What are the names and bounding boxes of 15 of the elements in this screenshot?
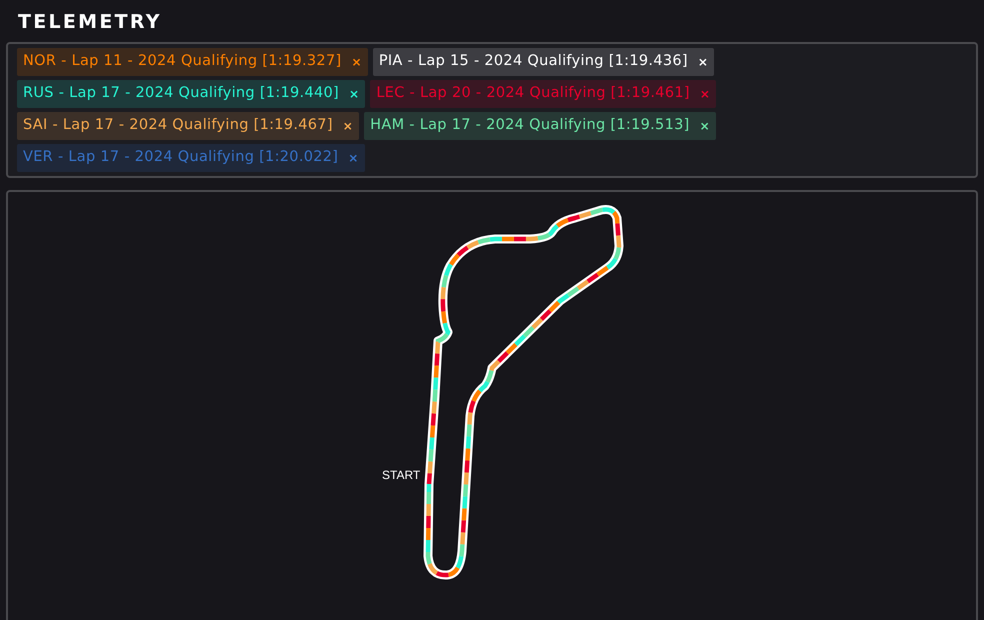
lap-label: NOR - Lap 11 - 2024 Qualifying [1:19.327] [23,52,342,72]
lap-label: HAM - Lap 17 - 2024 Qualifying [1:19.513] [370,116,690,136]
remove-button[interactable]: × [349,88,360,100]
lap-label: SAI - Lap 17 - 2024 Qualifying [1:19.467] [23,116,333,136]
lap-label: LEC - Lap 20 - 2024 Qualifying [1:19.461] [376,84,690,104]
remove-button[interactable]: × [351,56,362,68]
remove-button[interactable]: × [342,120,354,132]
lap-label: RUS - Lap 17 - 2024 Qualifying [1:19.440] [23,84,339,104]
lap-label: VER - Lap 17 - 2024 Qualifying [1:20.022] [23,148,338,168]
remove-button[interactable]: × [698,56,708,68]
remove-button[interactable]: × [700,120,710,132]
start-label: START [382,467,420,484]
section-title: TELEMETRY [18,10,162,34]
remove-button[interactable]: × [700,88,710,100]
lap-label: PIA - Lap 15 - 2024 Qualifying [1:19.436] [378,52,688,72]
